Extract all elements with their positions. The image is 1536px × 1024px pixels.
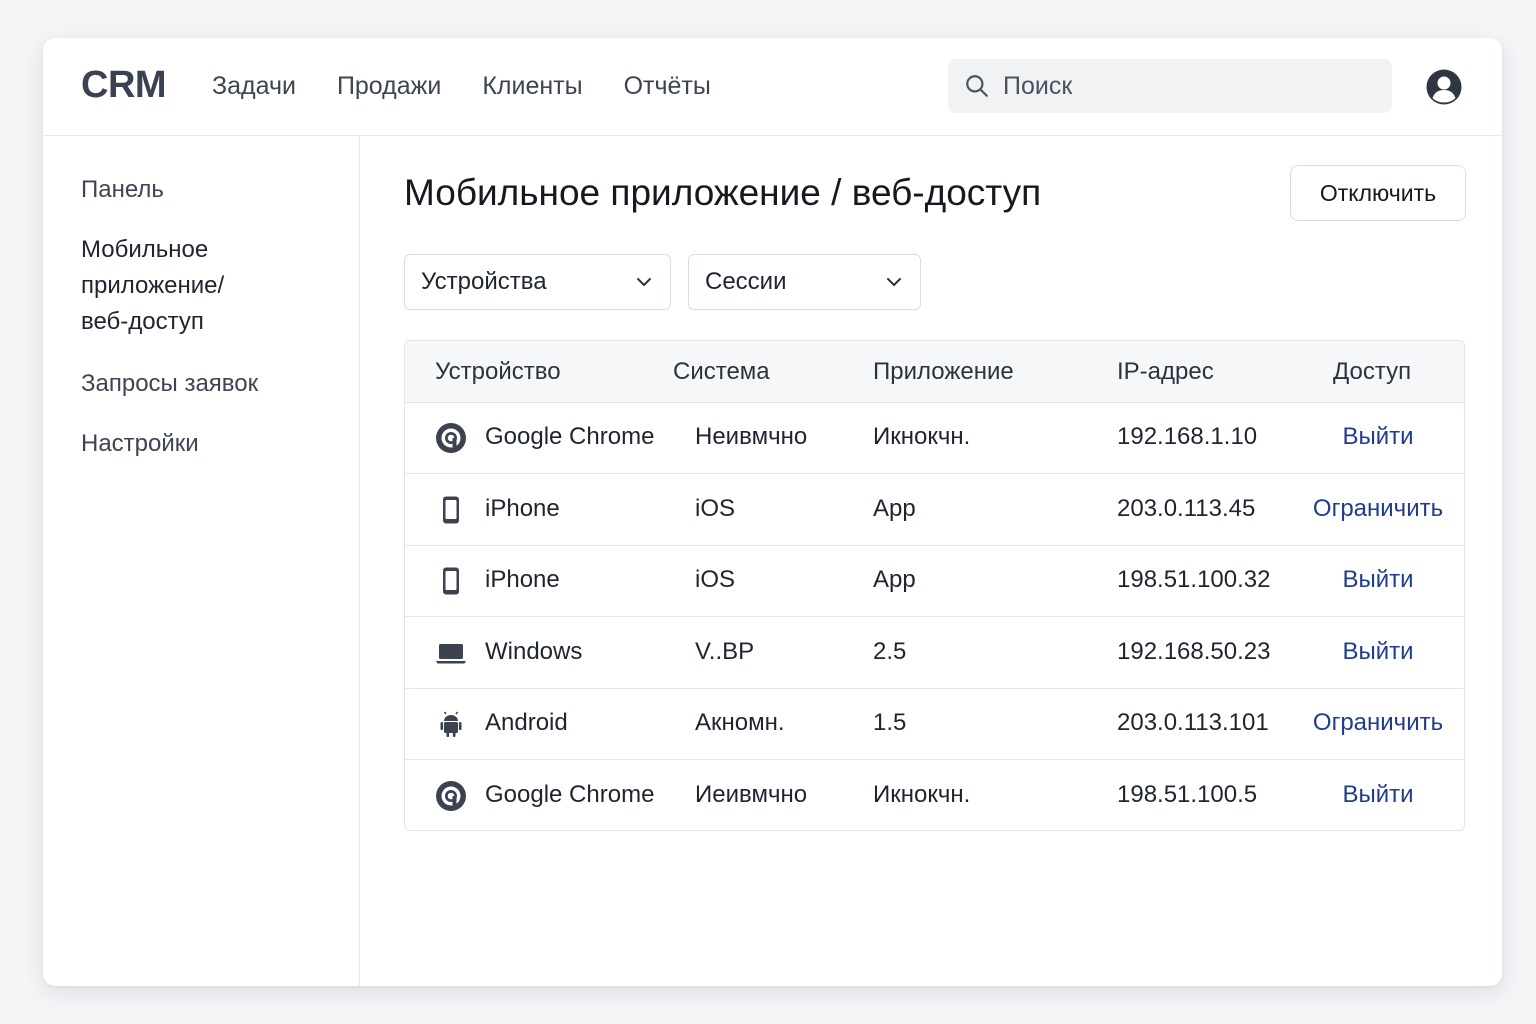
access-action-link[interactable]: Выйти: [1308, 781, 1448, 809]
cell-ip: 203.0.113.101: [1117, 709, 1269, 736]
cell-device: Google Chrome: [485, 780, 655, 808]
search-icon: [966, 75, 988, 97]
access-action-link[interactable]: Ограничить: [1308, 709, 1448, 737]
cell-system: Неивмчно: [695, 423, 808, 450]
chrome-icon: [435, 780, 467, 812]
cell-system: V..BP: [695, 637, 755, 665]
column-header-app: Приложение: [873, 358, 1014, 385]
app-logo[interactable]: CRM: [81, 64, 167, 107]
column-header-access: Доступ: [1333, 358, 1412, 385]
nav-item-sales[interactable]: Продажи: [337, 72, 441, 101]
app-window: CRM Задачи Продажи Клиенты Отчёты Панель…: [43, 38, 1502, 986]
sessions-dropdown[interactable]: Сессии: [688, 254, 921, 310]
cell-device: iPhone: [485, 494, 560, 522]
cell-device: Android: [485, 709, 568, 736]
table-row: iPhone iOS App 198.51.100.32 Выйти: [405, 546, 1464, 617]
table-row: Google Chrome Неивмчно Икнокчн. 192.168.1.1…: [405, 403, 1464, 474]
search-input[interactable]: [1003, 68, 1373, 104]
cell-device: iPhone: [485, 566, 560, 593]
android-icon: [435, 708, 467, 740]
cell-app: Икнокчн.: [873, 780, 971, 808]
cell-app: 1.5: [873, 709, 907, 736]
column-header-device: Устройство: [435, 358, 561, 385]
cell-device: Google Chrome: [485, 423, 655, 450]
cell-system: iOS: [695, 566, 736, 593]
sidebar-item-mobile-web-access[interactable]: Мобильное приложение/ веб-доступ: [81, 232, 271, 340]
sidebar: Панель Мобильное приложение/ веб-доступ …: [43, 136, 360, 986]
page-title: Мобильное приложение / веб-доступ: [404, 172, 1042, 213]
sessions-dropdown-label: Сессии: [705, 268, 787, 295]
access-action-link[interactable]: Выйти: [1308, 566, 1448, 594]
cell-ip: 192.168.1.10: [1117, 423, 1258, 450]
disable-button[interactable]: Отключить: [1290, 165, 1466, 221]
sidebar-item-dashboard[interactable]: Панель: [81, 172, 331, 208]
sidebar-item-requests[interactable]: Запросы заявок: [81, 366, 331, 402]
table-row: Windows V..BP 2.5 192.168.50.23 Выйти: [405, 618, 1464, 689]
column-header-system: Система: [673, 358, 770, 385]
main-nav: Задачи Продажи Клиенты Отчёты: [212, 72, 752, 101]
devices-dropdown[interactable]: Устройства: [404, 254, 671, 310]
nav-item-tasks[interactable]: Задачи: [212, 72, 296, 101]
chrome-icon: [435, 422, 467, 454]
chevron-down-icon: [637, 278, 651, 286]
access-action-link[interactable]: Выйти: [1308, 638, 1448, 666]
cell-app: Икнокчн.: [873, 423, 971, 450]
sessions-table: Устройство Система Приложение IP-адрес Д…: [404, 340, 1465, 831]
laptop-icon: [435, 637, 467, 669]
table-row: iPhone iOS App 203.0.113.45 Ограничить: [405, 475, 1464, 546]
cell-app: App: [873, 566, 916, 593]
cell-system: Акномн.: [695, 709, 785, 736]
cell-app: 2.5: [873, 637, 907, 665]
user-avatar-icon[interactable]: [1425, 68, 1463, 106]
cell-system: iOS: [695, 494, 736, 522]
top-bar: CRM Задачи Продажи Клиенты Отчёты: [43, 38, 1502, 136]
cell-device: Windows: [485, 637, 583, 665]
devices-dropdown-label: Устройства: [421, 268, 547, 295]
access-action-link[interactable]: Выйти: [1308, 423, 1448, 451]
table-row: Android Акномн. 1.5 203.0.113.101 Ограничить: [405, 689, 1464, 760]
nav-item-reports[interactable]: Отчёты: [624, 72, 711, 101]
cell-ip: 198.51.100.5: [1117, 780, 1258, 808]
table-row: Google Chrome Иеивмчно Икнокчн. 198.51.100.…: [405, 761, 1464, 831]
sidebar-item-settings[interactable]: Настройки: [81, 426, 331, 462]
search-box[interactable]: [948, 59, 1392, 113]
chevron-down-icon: [887, 278, 901, 286]
cell-ip: 198.51.100.32: [1117, 566, 1271, 593]
cell-ip: 203.0.113.45: [1117, 494, 1256, 522]
nav-item-clients[interactable]: Клиенты: [482, 72, 582, 101]
column-header-ip: IP-адрес: [1117, 358, 1214, 385]
phone-icon: [435, 565, 467, 597]
cell-app: App: [873, 494, 916, 522]
access-action-link[interactable]: Ограничить: [1308, 495, 1448, 523]
phone-icon: [435, 494, 467, 526]
table-header: Устройство Система Приложение IP-адрес Д…: [405, 341, 1464, 403]
cell-system: Иеивмчно: [695, 780, 808, 808]
cell-ip: 192.168.50.23: [1117, 637, 1271, 665]
